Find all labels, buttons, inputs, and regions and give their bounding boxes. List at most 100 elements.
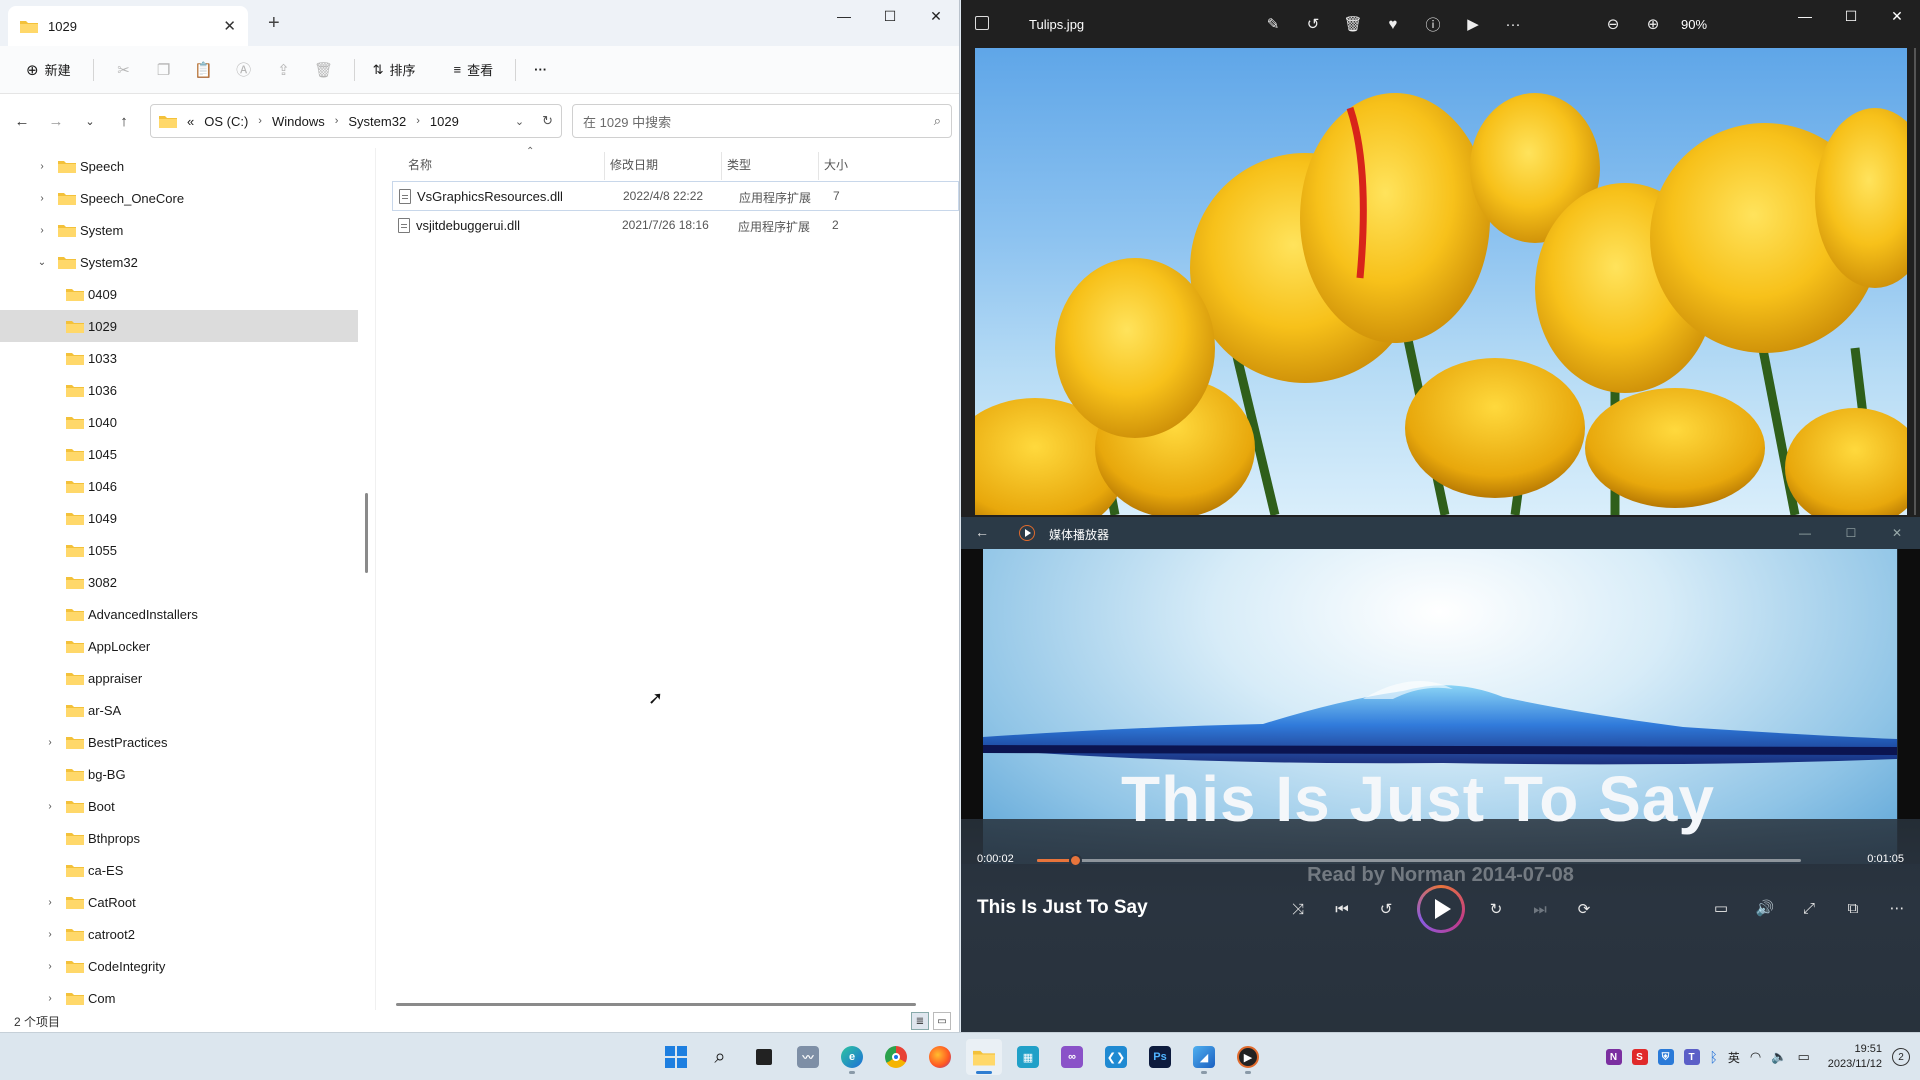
breadcrumb-os-c[interactable]: OS (C:) [204, 114, 248, 129]
tree-item[interactable]: 1036 [0, 374, 358, 406]
column-header-date[interactable]: 修改日期 [610, 156, 658, 173]
close-button[interactable]: ✕ [913, 0, 959, 32]
maximize-button[interactable]: ☐ [867, 0, 913, 32]
tree-item[interactable]: › Com [0, 982, 358, 1010]
taskbar-app-firefox[interactable] [922, 1039, 958, 1075]
skip-back-10-icon[interactable]: ↺ [1373, 896, 1399, 922]
column-divider[interactable] [721, 152, 722, 180]
wps-icon[interactable]: S [1631, 1049, 1648, 1065]
chevron-right-icon[interactable]: › [416, 115, 420, 127]
up-arrow-icon[interactable]: ↑ [112, 106, 136, 136]
task-view-button[interactable] [746, 1039, 782, 1075]
tree-item[interactable]: ⌄ System32 [0, 246, 358, 278]
chevron-right-icon[interactable]: › [44, 801, 56, 812]
taskbar-app-monitor[interactable]: 〰 [790, 1039, 826, 1075]
edit-image-icon[interactable]: ✎ [1261, 12, 1285, 36]
forward-arrow-icon[interactable]: → [44, 106, 68, 136]
tree-item[interactable]: 1040 [0, 406, 358, 438]
address-dropdown-chevron-icon[interactable]: ⌄ [515, 115, 524, 128]
tree-item[interactable]: › Speech [0, 150, 358, 182]
chevron-right-icon[interactable]: › [44, 737, 56, 748]
column-header-name[interactable]: 名称 [408, 156, 432, 173]
volume-icon[interactable]: 🔊 [1752, 895, 1778, 921]
close-tab-icon[interactable]: ✕ [223, 17, 236, 35]
shuffle-icon[interactable]: ⤨ [1285, 896, 1311, 922]
more-icon[interactable]: ··· [1501, 12, 1525, 36]
chevron-right-icon[interactable]: › [335, 115, 339, 127]
horizontal-scrollbar[interactable] [396, 1003, 916, 1006]
taskbar-app-file-explorer[interactable] [966, 1039, 1002, 1075]
onenote-icon[interactable]: N [1605, 1049, 1622, 1065]
start-button[interactable] [658, 1039, 694, 1075]
tree-item[interactable]: 1055 [0, 534, 358, 566]
tree-item[interactable]: › Boot [0, 790, 358, 822]
skip-forward-30-icon[interactable]: ↻ [1483, 896, 1509, 922]
pane-divider[interactable] [375, 148, 376, 1010]
chevron-right-icon[interactable]: › [44, 897, 56, 908]
navigation-pane-scrollbar[interactable] [365, 493, 368, 573]
cut-icon[interactable]: ✂ [104, 54, 144, 86]
taskbar-app-photoshop[interactable]: Ps [1142, 1039, 1178, 1075]
back-arrow-icon[interactable]: ← [975, 524, 989, 540]
more-icon[interactable]: ⋯ [1884, 895, 1910, 921]
taskbar-app-store[interactable]: ▦ [1010, 1039, 1046, 1075]
delete-icon[interactable]: 🗑 [1341, 12, 1365, 36]
rename-icon[interactable]: Ⓐ [224, 54, 264, 86]
column-divider[interactable] [604, 152, 605, 180]
play-button[interactable] [1417, 885, 1465, 933]
view-button[interactable]: ≡ 查看 [446, 54, 502, 86]
previous-track-icon[interactable]: ⏮ [1329, 896, 1355, 922]
tiles-view-icon[interactable]: ▭ [933, 1012, 951, 1030]
tree-item[interactable]: 1049 [0, 502, 358, 534]
paste-icon[interactable]: 📋 [184, 54, 224, 86]
chevron-right-icon[interactable]: › [44, 961, 56, 972]
minimize-button[interactable]: — [1782, 517, 1828, 549]
taskbar-app-photos[interactable]: ◢ [1186, 1039, 1222, 1075]
file-row[interactable]: vsjitdebuggerui.dll 2021/7/26 18:16 应用程序… [392, 211, 959, 241]
tree-item[interactable]: 0409 [0, 278, 358, 310]
fullscreen-icon[interactable]: ⤢ [1796, 895, 1822, 921]
breadcrumb-1029[interactable]: 1029 [430, 114, 459, 129]
tree-item[interactable]: AppLocker [0, 630, 358, 662]
tree-item[interactable]: › CodeIntegrity [0, 950, 358, 982]
tree-item[interactable]: ar-SA [0, 694, 358, 726]
share-icon[interactable]: ⇪ [264, 54, 304, 86]
teams-icon[interactable]: T [1683, 1049, 1700, 1065]
column-header-size[interactable]: 大小 [824, 156, 848, 173]
tree-item[interactable]: › Speech_OneCore [0, 182, 358, 214]
repeat-icon[interactable]: ⟳ [1571, 896, 1597, 922]
tree-item[interactable]: AdvancedInstallers [0, 598, 358, 630]
subtitles-icon[interactable]: ▭ [1708, 895, 1734, 921]
rotate-icon[interactable]: ↺ [1301, 12, 1325, 36]
new-tab-button[interactable]: + [268, 12, 280, 35]
tree-item[interactable]: › BestPractices [0, 726, 358, 758]
chevron-down-icon[interactable]: ⌄ [36, 257, 48, 268]
new-button[interactable]: ⊕ 新建 [18, 54, 79, 86]
more-options-button[interactable]: ··· [526, 54, 555, 86]
tree-item[interactable]: 1046 [0, 470, 358, 502]
tree-item[interactable]: 1029 [0, 310, 358, 342]
chevron-right-icon[interactable]: › [36, 225, 48, 236]
seek-bar[interactable] [1037, 854, 1801, 867]
back-arrow-icon[interactable]: ← [10, 106, 34, 136]
breadcrumb-windows[interactable]: Windows [272, 114, 325, 129]
taskbar-app-edge[interactable]: e [834, 1039, 870, 1075]
zoom-level[interactable]: 90% [1681, 17, 1707, 32]
bluetooth-icon[interactable]: ᛒ [1710, 1049, 1718, 1065]
close-button[interactable]: ✕ [1874, 517, 1920, 549]
copy-icon[interactable]: ❐ [144, 54, 184, 86]
volume-icon[interactable]: 🔈 [1771, 1049, 1787, 1065]
minimize-button[interactable]: — [1782, 0, 1828, 32]
input-method-indicator[interactable]: 英 [1728, 1049, 1740, 1066]
photos-scrollbar[interactable] [1914, 48, 1916, 515]
info-icon[interactable]: ⓘ [1421, 12, 1445, 36]
favorite-heart-icon[interactable]: ♥ [1381, 12, 1405, 36]
slideshow-icon[interactable]: ▶ [1461, 12, 1485, 36]
tree-item[interactable]: 3082 [0, 566, 358, 598]
tree-item[interactable]: ca-ES [0, 854, 358, 886]
search-input[interactable]: 在 1029 中搜索 ⌕ [572, 104, 952, 138]
chevron-right-icon[interactable]: › [44, 929, 56, 940]
column-header-type[interactable]: 类型 [727, 156, 751, 173]
tree-item[interactable]: › CatRoot [0, 886, 358, 918]
close-button[interactable]: ✕ [1874, 0, 1920, 32]
